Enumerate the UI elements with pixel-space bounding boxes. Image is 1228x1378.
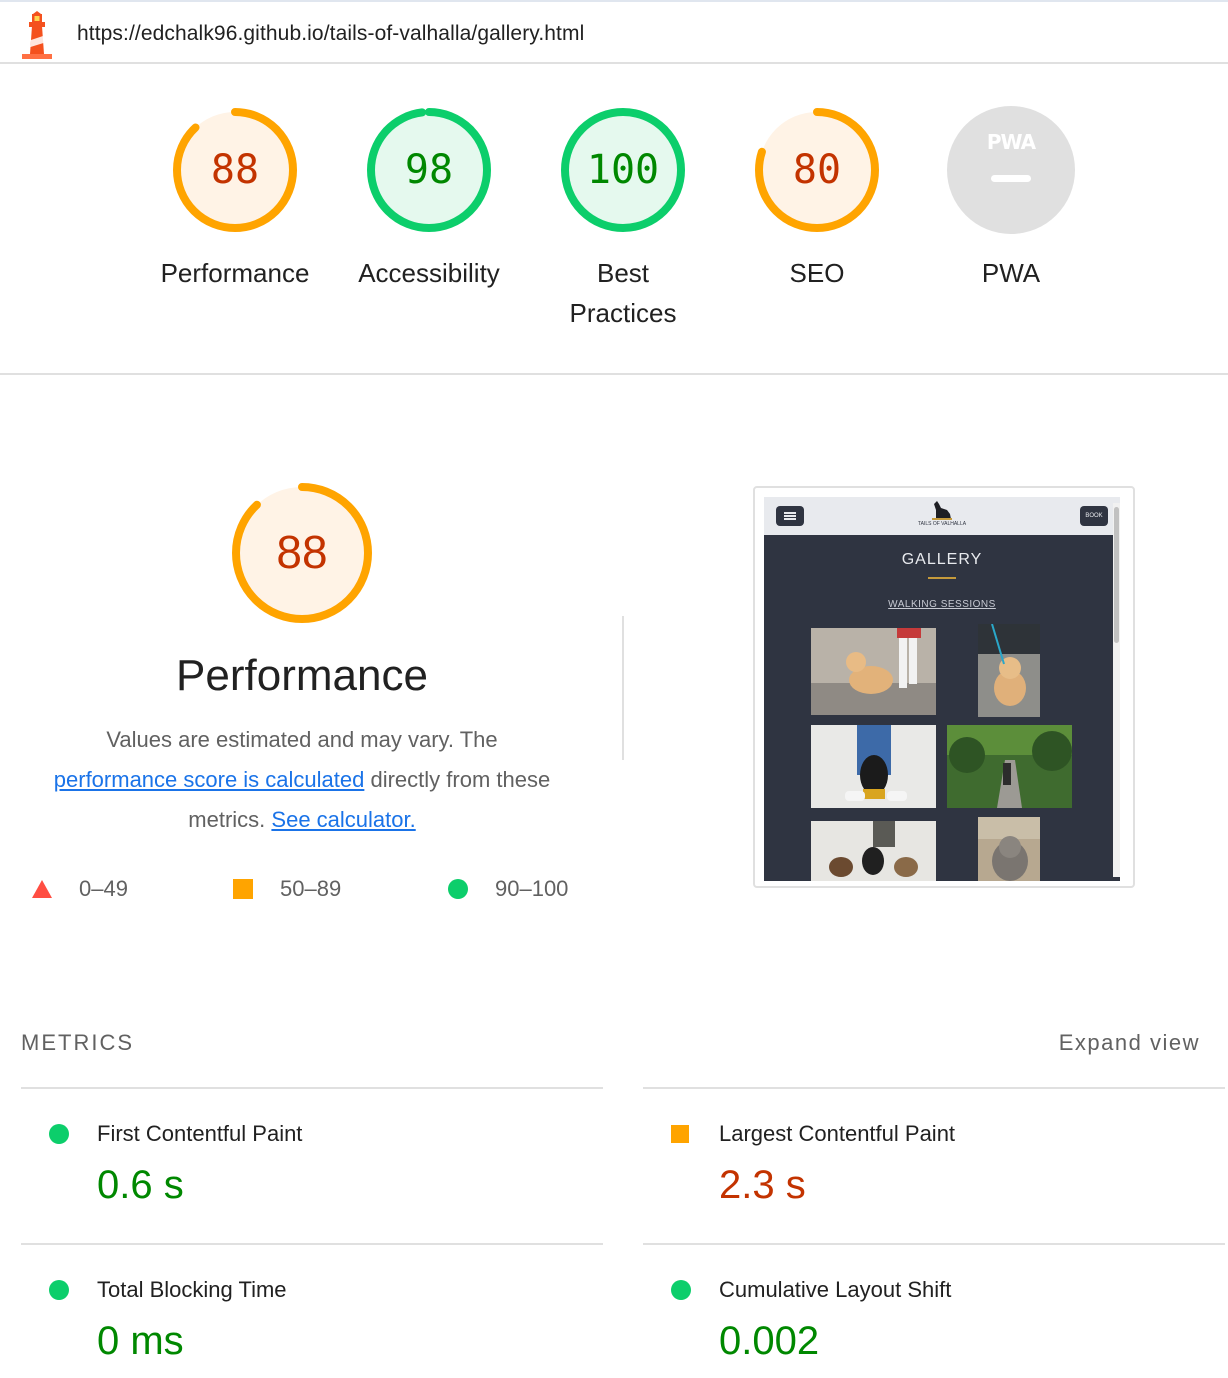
- gauge-label: SEO: [722, 253, 912, 293]
- section-divider: [0, 373, 1228, 375]
- screenshot-book-button: BOOK: [1080, 506, 1108, 526]
- gauge-performance[interactable]: 88: [169, 104, 301, 236]
- pass-circle-icon: [49, 1280, 69, 1300]
- screenshot-brand: TAILS OF VALHALLA: [917, 521, 967, 527]
- screenshot-heading: GALLERY: [901, 551, 983, 568]
- circle-icon: [448, 879, 468, 899]
- metrics-rule: [21, 1243, 603, 1245]
- metric-cls-name: Cumulative Layout Shift: [719, 1277, 952, 1302]
- see-calculator-link[interactable]: See calculator.: [271, 807, 415, 832]
- gauge-accessibility[interactable]: 98: [363, 104, 495, 236]
- vertical-divider: [622, 616, 624, 760]
- gauge-label-line1: Best: [596, 258, 650, 288]
- performance-description: Values are estimated and may vary. The p…: [0, 720, 604, 840]
- metric-fcp-value: 0.6 s: [97, 1163, 184, 1207]
- gauge-score: 98: [404, 147, 454, 193]
- metrics-heading: METRICS: [21, 1030, 134, 1055]
- gallery-photo: [811, 628, 936, 715]
- gallery-photo: [811, 821, 936, 881]
- square-icon: [233, 879, 253, 899]
- metric-fcp-name: First Contentful Paint: [97, 1121, 303, 1146]
- legend-average: 50–89: [232, 876, 341, 902]
- gauge-label-line1: Performance: [160, 258, 310, 288]
- gauge-label: Performance: [140, 253, 330, 293]
- gallery-photo: [947, 725, 1072, 808]
- pwa-badge-text: PWA: [986, 130, 1036, 154]
- triangle-icon: [32, 880, 52, 898]
- desc-text-1: Values are estimated and may vary. The: [106, 727, 498, 752]
- performance-large-gauge[interactable]: 88: [226, 477, 378, 629]
- metrics-rule: [643, 1087, 1225, 1089]
- screenshot-subheading: WALKING SESSIONS: [888, 599, 996, 610]
- metric-tbt-name: Total Blocking Time: [97, 1277, 287, 1302]
- gallery-photo: [811, 725, 936, 808]
- page-url[interactable]: https://edchalk96.github.io/tails-of-val…: [77, 22, 584, 46]
- pass-circle-icon: [671, 1280, 691, 1300]
- gauge-label-line1: Accessibility: [358, 258, 500, 288]
- gauge-label: PWA: [916, 253, 1106, 293]
- gauge-score: 80: [792, 147, 842, 193]
- gauge-pwa[interactable]: PWA: [945, 104, 1077, 236]
- lighthouse-icon: [22, 11, 52, 59]
- metrics-rule: [643, 1243, 1225, 1245]
- screenshot-navbar: TAILS OF VALHALLA BOOK: [764, 497, 1120, 535]
- gallery-photo: [978, 624, 1040, 717]
- gauge-seo[interactable]: 80: [751, 104, 883, 236]
- report-header: https://edchalk96.github.io/tails-of-val…: [0, 0, 1228, 64]
- screenshot-page: TAILS OF VALHALLA BOOK GALLERY WALKING S…: [764, 497, 1120, 881]
- legend-fail: 0–49: [31, 876, 128, 902]
- gauge-label: Best Practices: [528, 253, 718, 333]
- metric-lcp-name: Largest Contentful Paint: [719, 1121, 956, 1146]
- gauge-score: 88: [210, 147, 260, 193]
- gauge-score: 100: [586, 147, 660, 193]
- expand-view-toggle[interactable]: Expand view: [1059, 1030, 1200, 1056]
- gallery-photo: [978, 817, 1040, 881]
- gauge-label-line1: PWA: [981, 258, 1041, 288]
- metric-tbt-value: 0 ms: [97, 1319, 184, 1363]
- gauge-label: Accessibility: [334, 253, 524, 293]
- gauge-best-practices[interactable]: 100: [557, 104, 689, 236]
- screenshot-scrollbar: [1113, 503, 1120, 877]
- metric-lcp-value: 2.3 s: [719, 1163, 806, 1207]
- dog-logo-icon: [932, 501, 952, 520]
- pass-circle-icon: [49, 1124, 69, 1144]
- legend-fail-label: 0–49: [79, 876, 128, 901]
- metrics-rule: [21, 1087, 603, 1089]
- screenshot-heading-rule: [928, 577, 956, 579]
- legend-pass-label: 90–100: [495, 876, 569, 901]
- pwa-badge-icon: [947, 106, 1075, 234]
- gauge-label-line1: SEO: [789, 258, 845, 288]
- desc-text-3: metrics.: [188, 807, 266, 832]
- average-square-icon: [671, 1125, 689, 1143]
- performance-score: 88: [276, 526, 328, 578]
- final-screenshot[interactable]: TAILS OF VALHALLA BOOK GALLERY WALKING S…: [753, 486, 1135, 888]
- legend-pass: 90–100: [447, 876, 568, 902]
- performance-title: Performance: [176, 651, 428, 700]
- gauge-label-line2: Practices: [569, 298, 677, 328]
- hamburger-menu-icon: [776, 506, 804, 526]
- score-calculated-link[interactable]: performance score is calculated: [54, 767, 365, 792]
- metric-cls-value: 0.002: [719, 1319, 820, 1363]
- desc-text-2: directly from these: [370, 767, 551, 792]
- legend-average-label: 50–89: [280, 876, 342, 901]
